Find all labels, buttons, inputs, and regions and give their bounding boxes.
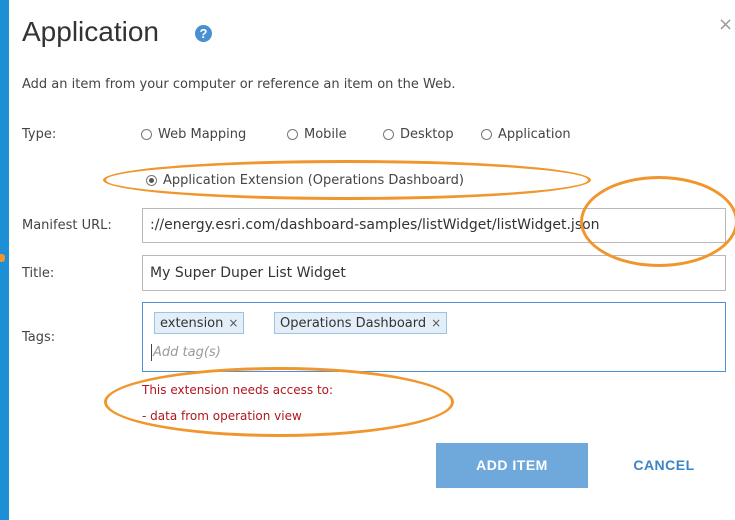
type-option-application-extension[interactable]: Application Extension (Operations Dashbo… xyxy=(146,173,464,188)
tag-label: Operations Dashboard xyxy=(280,316,427,331)
type-option-label: Application Extension (Operations Dashbo… xyxy=(163,173,464,188)
type-option-web-mapping[interactable]: Web Mapping xyxy=(141,127,246,142)
manifest-url-label: Manifest URL: xyxy=(22,218,112,233)
radio-icon[interactable] xyxy=(481,129,492,140)
type-option-desktop[interactable]: Desktop xyxy=(383,127,454,142)
help-icon[interactable]: ? xyxy=(195,25,212,42)
dialog-description: Add an item from your computer or refere… xyxy=(22,77,456,92)
annotation-ellipse-permissions xyxy=(104,367,454,437)
type-option-label: Desktop xyxy=(400,127,454,142)
tags-label: Tags: xyxy=(22,330,56,345)
application-dialog: Application ? × Add an item from your co… xyxy=(9,0,735,520)
tags-input[interactable]: extension × Operations Dashboard × Add tag… xyxy=(142,302,726,372)
title-input[interactable]: My Super Duper List Widget xyxy=(142,255,726,291)
type-option-mobile[interactable]: Mobile xyxy=(287,127,347,142)
type-option-label: Web Mapping xyxy=(158,127,247,142)
type-option-label: Mobile xyxy=(304,127,347,142)
manifest-url-input[interactable]: ://energy.esri.com/dashboard-samples/lis… xyxy=(142,208,726,243)
edge-marker xyxy=(0,254,5,262)
type-option-application[interactable]: Application xyxy=(481,127,571,142)
close-icon[interactable]: × xyxy=(718,14,733,36)
add-tag-placeholder[interactable]: Add tag(s) xyxy=(151,344,221,361)
radio-icon[interactable] xyxy=(141,129,152,140)
dialog-title: Application xyxy=(22,16,159,47)
tag-label: extension xyxy=(160,316,224,331)
radio-icon[interactable] xyxy=(383,129,394,140)
radio-icon[interactable] xyxy=(287,129,298,140)
type-option-label: Application xyxy=(498,127,571,142)
remove-tag-icon[interactable]: × xyxy=(431,316,441,330)
remove-tag-icon[interactable]: × xyxy=(228,316,238,330)
title-label: Title: xyxy=(22,266,55,281)
permission-warning-title: This extension needs access to: xyxy=(142,383,334,397)
tag-chip: Operations Dashboard × xyxy=(274,312,448,334)
cancel-button[interactable]: CANCEL xyxy=(609,443,719,488)
radio-checked-icon[interactable] xyxy=(146,175,157,186)
add-item-button[interactable]: ADD ITEM xyxy=(436,443,588,488)
permission-warning-item: - data from operation view xyxy=(142,409,302,423)
tag-chip: extension × xyxy=(154,312,245,334)
type-label: Type: xyxy=(22,127,57,142)
